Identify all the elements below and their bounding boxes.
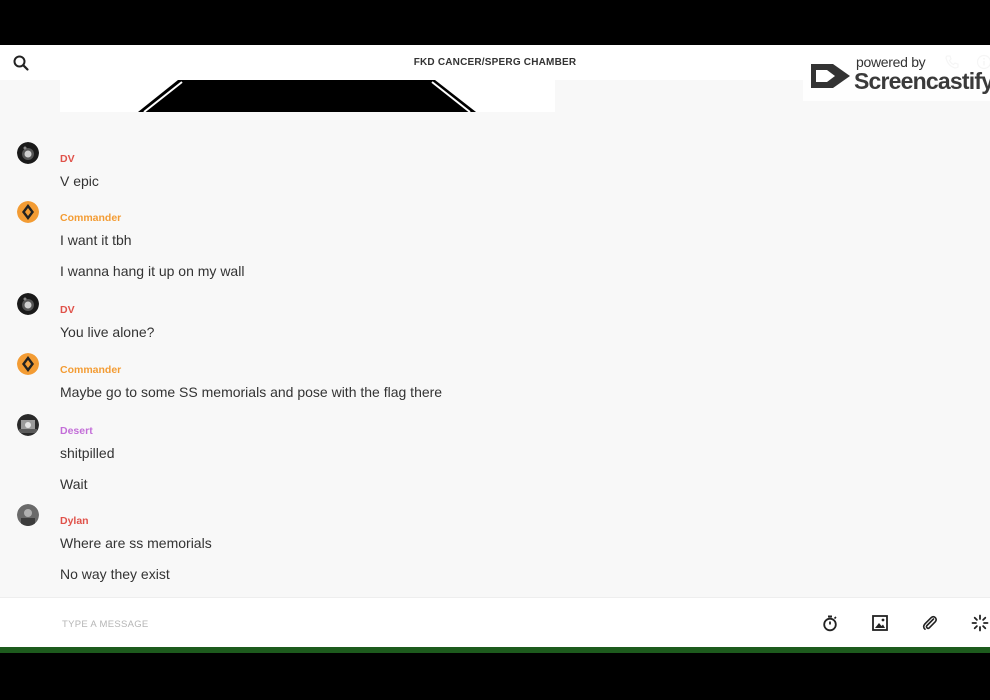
author-name[interactable]: Commander: [60, 364, 121, 376]
image-icon[interactable]: [871, 614, 889, 632]
message-text: I wanna hang it up on my wall: [60, 263, 245, 279]
timer-icon[interactable]: [821, 614, 839, 632]
message-text: Maybe go to some SS memorials and pose w…: [60, 384, 443, 400]
shared-flag-image[interactable]: [60, 80, 555, 113]
avatar-desert[interactable]: [17, 414, 39, 436]
message-text: Where are ss memorials: [60, 535, 212, 551]
avatar-dv[interactable]: [17, 293, 39, 315]
message-text: Wait: [60, 476, 88, 492]
attachment-icon[interactable]: [921, 614, 939, 632]
message-text: V epic: [60, 173, 99, 189]
avatar-dylan[interactable]: [17, 504, 39, 526]
avatar-dv[interactable]: [17, 142, 39, 164]
message-text: I want it tbh: [60, 232, 132, 248]
chat-app: FKD CANCER/SPERG CHAMBER powered by Scre…: [0, 45, 990, 647]
author-name[interactable]: DV: [60, 304, 75, 316]
author-name[interactable]: Dylan: [60, 515, 89, 527]
message-text: shitpilled: [60, 445, 115, 461]
bottom-status-bar: [0, 647, 990, 653]
screencastify-watermark: powered by Screencastify: [803, 51, 990, 101]
message-input[interactable]: [60, 612, 784, 636]
avatar-commander[interactable]: [17, 201, 39, 223]
author-name[interactable]: DV: [60, 153, 75, 165]
message-text: You live alone?: [60, 324, 155, 340]
message-text: No way they exist: [60, 566, 170, 582]
author-name[interactable]: Commander: [60, 212, 121, 224]
screencastify-logo: [811, 64, 850, 88]
watermark-brand: Screencastify: [854, 68, 990, 94]
avatar-commander[interactable]: [17, 353, 39, 375]
message-list: DV V epic Commander I want it tbh I wann…: [0, 125, 990, 597]
author-name[interactable]: Desert: [60, 425, 93, 437]
message-composer: [0, 597, 990, 647]
sparkle-icon[interactable]: [971, 614, 989, 632]
